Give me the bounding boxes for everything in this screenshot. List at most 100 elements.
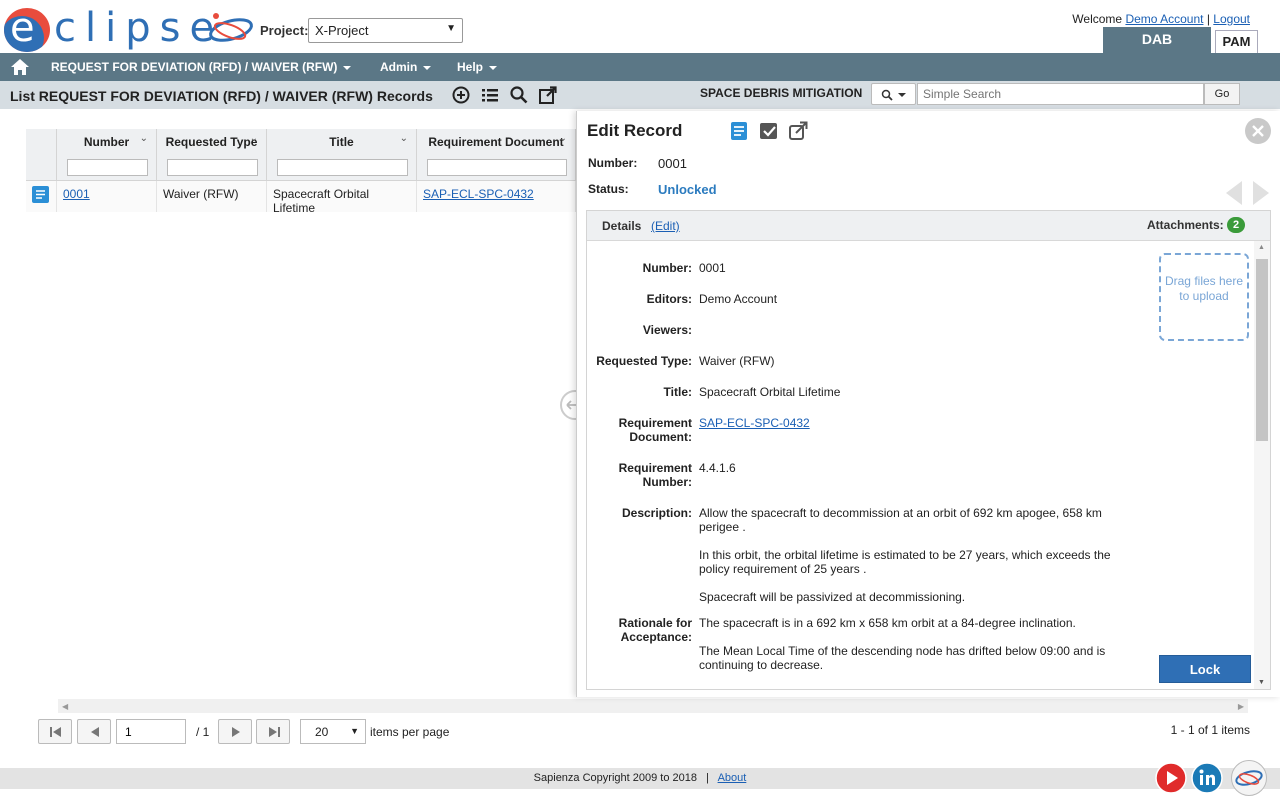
filter-input-requested-type[interactable]	[167, 159, 258, 176]
search-icon[interactable]	[509, 85, 529, 105]
tab-pam[interactable]: PAM	[1215, 30, 1258, 54]
horizontal-scrollbar[interactable]: ◀ ▶	[58, 699, 1248, 713]
field-label: Number:	[642, 261, 692, 275]
details-section: Details (Edit) Attachments: 2 Number: 00…	[586, 210, 1271, 690]
column-header-requirement-document[interactable]: Requirement Document ⌄	[417, 129, 576, 181]
requirement-document-link[interactable]: SAP-ECL-SPC-0432	[423, 187, 534, 201]
nav-item-admin[interactable]: Admin	[380, 53, 432, 81]
last-page-button[interactable]	[256, 719, 290, 744]
checkbox-icon[interactable]	[759, 121, 779, 141]
project-label: Project:	[260, 23, 309, 38]
close-icon	[1252, 125, 1264, 137]
user-account-link[interactable]: Demo Account	[1125, 12, 1203, 26]
last-page-icon	[269, 727, 280, 737]
search-icon	[881, 89, 893, 101]
logo-text: clipse	[54, 5, 224, 51]
next-record-icon[interactable]	[1253, 181, 1269, 205]
caret-down-icon	[423, 65, 432, 70]
search-options-dropdown[interactable]	[871, 83, 916, 105]
grid-header-icon-column	[26, 129, 57, 181]
lock-button[interactable]: Lock	[1159, 655, 1251, 683]
about-link[interactable]: About	[718, 772, 747, 784]
items-summary: 1 - 1 of 1 items	[1170, 723, 1250, 737]
record-document-icon[interactable]	[32, 186, 49, 203]
next-page-icon	[232, 727, 240, 737]
nav-item-help[interactable]: Help	[457, 53, 498, 81]
dropdown-arrow-icon: ▼	[350, 726, 359, 736]
scroll-down-icon[interactable]: ▼	[1258, 679, 1265, 686]
scroll-left-icon[interactable]: ◀	[62, 702, 68, 711]
logout-link[interactable]: Logout	[1213, 12, 1250, 26]
list-view-icon[interactable]	[480, 85, 500, 105]
record-number-link[interactable]: 0001	[63, 187, 90, 201]
table-cell-number: 0001	[57, 181, 157, 212]
next-page-button[interactable]	[218, 719, 252, 744]
scroll-up-icon[interactable]: ▲	[1258, 244, 1265, 251]
go-button[interactable]: Go	[1204, 83, 1240, 105]
close-panel-button[interactable]	[1245, 118, 1271, 144]
previous-page-button[interactable]	[77, 719, 111, 744]
items-per-page-value: 20	[315, 725, 329, 739]
export-icon[interactable]	[538, 85, 558, 105]
field-value: Waiver (RFW)	[699, 354, 775, 368]
edit-details-link[interactable]: (Edit)	[651, 219, 680, 233]
tab-dab[interactable]: DAB	[1103, 27, 1211, 54]
field-value: Spacecraft will be passivized at decommi…	[699, 590, 966, 604]
project-select[interactable]: X-Project ▼	[308, 18, 463, 43]
field-label: Requested Type:	[596, 354, 692, 368]
page-title: List REQUEST FOR DEVIATION (RFD) / WAIVE…	[10, 88, 433, 104]
chevron-down-icon[interactable]: ⌄	[250, 133, 258, 144]
caret-down-icon	[343, 65, 352, 70]
context-label: SPACE DEBRIS MITIGATION	[700, 86, 863, 100]
column-header-label: Title	[329, 135, 354, 149]
panel-title: Edit Record	[587, 121, 683, 140]
simple-search-input[interactable]	[917, 83, 1204, 105]
filter-input-number[interactable]	[67, 159, 148, 176]
column-header-title[interactable]: Title ⌄	[267, 129, 417, 181]
filter-input-requirement-document[interactable]	[427, 159, 567, 176]
chevron-down-icon[interactable]: ⌄	[140, 133, 148, 144]
home-icon[interactable]	[10, 58, 30, 76]
field-label: Title:	[663, 385, 692, 399]
document-view-icon[interactable]	[729, 121, 749, 141]
filter-input-title[interactable]	[277, 159, 408, 176]
field-label: Editors:	[646, 292, 692, 306]
nav-item-rfd[interactable]: REQUEST FOR DEVIATION (RFD) / WAIVER (RF…	[51, 53, 352, 81]
items-per-page-select[interactable]: 20 ▼	[300, 719, 366, 744]
column-header-number[interactable]: Number ⌄	[57, 129, 157, 181]
field-value: Spacecraft Orbital Lifetime	[699, 385, 841, 399]
list-toolbar: List REQUEST FOR DEVIATION (RFD) / WAIVE…	[0, 81, 1280, 109]
first-page-button[interactable]	[38, 719, 72, 744]
tab-details[interactable]: Details	[602, 219, 641, 233]
field-value: Demo Account	[699, 292, 778, 306]
items-per-page-label: items per page	[370, 725, 450, 739]
scrollbar-thumb[interactable]	[1256, 259, 1268, 441]
chevron-down-icon[interactable]: ⌄	[400, 133, 408, 144]
footer: Sapienza Copyright 2009 to 2018 | About	[0, 768, 1280, 789]
logo-letter: e	[10, 5, 35, 51]
scroll-right-icon[interactable]: ▶	[1238, 702, 1244, 711]
welcome-bar: Welcome Demo Account | Logout	[1072, 12, 1250, 26]
chevron-down-icon[interactable]: ⌄	[559, 133, 567, 144]
add-record-icon[interactable]	[451, 85, 471, 105]
first-page-icon	[50, 727, 61, 737]
file-drop-zone[interactable]: Drag files here to upload	[1159, 253, 1249, 341]
column-header-requested-type[interactable]: Requested Type ⌄	[157, 129, 267, 181]
field-value: The spacecraft is in a 692 km x 658 km o…	[699, 616, 1076, 630]
youtube-icon[interactable]	[1155, 762, 1187, 794]
attachments-label: Attachments:	[1147, 218, 1224, 232]
welcome-label: Welcome	[1072, 12, 1123, 26]
page-number-input[interactable]	[116, 719, 186, 744]
nav-item-label: REQUEST FOR DEVIATION (RFD) / WAIVER (RF…	[51, 60, 338, 74]
linkedin-icon[interactable]	[1191, 762, 1223, 794]
table-row-icon-cell	[26, 181, 57, 212]
open-external-icon[interactable]	[788, 121, 808, 141]
previous-record-icon[interactable]	[1226, 181, 1242, 205]
attachments-count-badge[interactable]: 2	[1227, 217, 1245, 233]
status-value: Unlocked	[658, 182, 717, 197]
column-header-label: Requirement Document	[428, 135, 564, 149]
eclipse-orbit-icon[interactable]	[1230, 759, 1268, 797]
field-label: Viewers:	[642, 323, 692, 337]
edit-record-panel: Edit Record Number: 0001 Status: Unlocke…	[576, 111, 1280, 697]
requirement-document-link[interactable]: SAP-ECL-SPC-0432	[699, 416, 1119, 430]
